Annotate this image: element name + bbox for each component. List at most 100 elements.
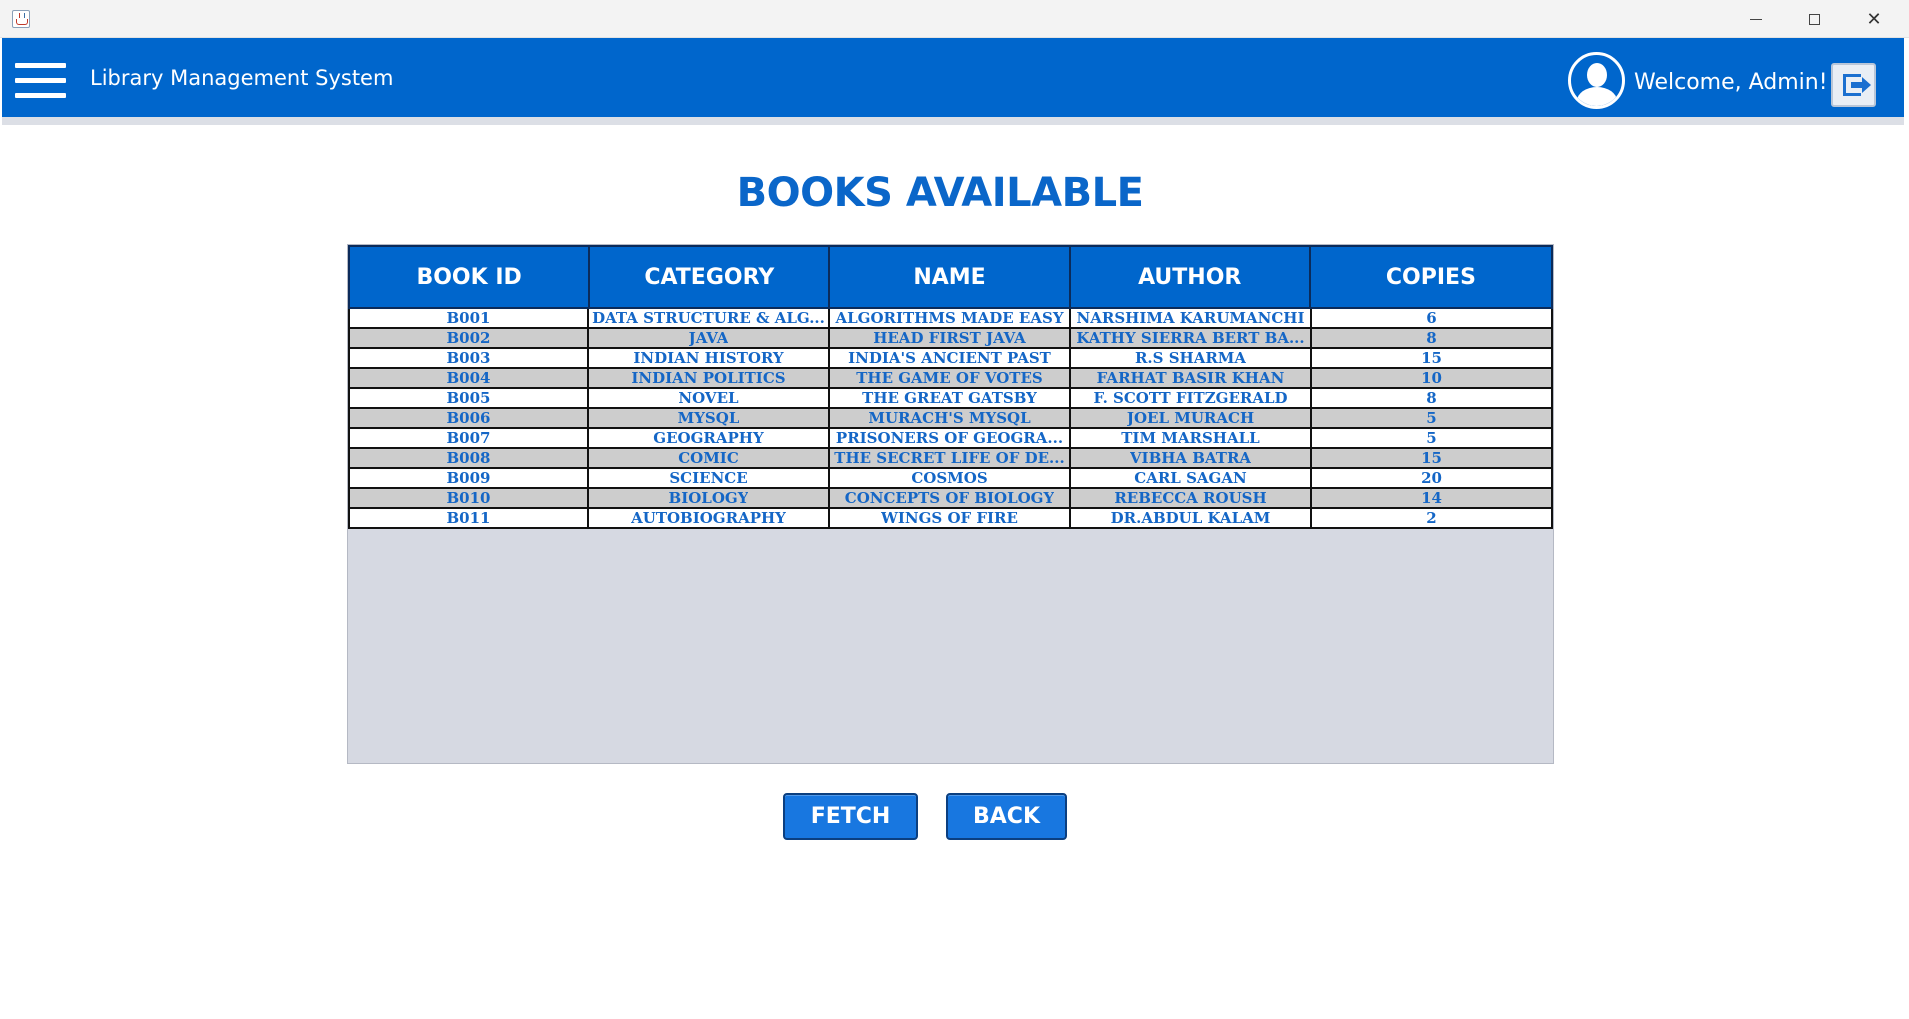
fetch-button[interactable]: FETCH	[783, 793, 918, 840]
welcome-text: Welcome, Admin!	[1634, 70, 1828, 95]
close-button[interactable]: ✕	[1845, 0, 1903, 38]
cell-category[interactable]: AUTOBIOGRAPHY	[589, 509, 830, 527]
table-row[interactable]: B007 GEOGRAPHY PRISONERS OF GEOGRA... TIM M…	[348, 429, 1553, 449]
cell-author[interactable]: NARSHIMA KARUMANCHI	[1071, 309, 1312, 327]
column-header-copies[interactable]: COPIES	[1311, 247, 1551, 307]
cell-author[interactable]: F. SCOTT FITZGERALD	[1071, 389, 1312, 407]
cell-book-id[interactable]: B008	[348, 449, 589, 467]
table-row[interactable]: B011 AUTOBIOGRAPHY WINGS OF FIRE DR.ABDUL K…	[348, 509, 1553, 529]
hamburger-menu-icon[interactable]	[15, 63, 67, 99]
cell-text: 15	[1421, 449, 1442, 467]
cell-author[interactable]: R.S SHARMA	[1071, 349, 1312, 367]
cell-name[interactable]: CONCEPTS OF BIOLOGY	[830, 489, 1071, 507]
cell-author[interactable]: JOEL MURACH	[1071, 409, 1312, 427]
cell-book-id[interactable]: B007	[348, 429, 589, 447]
cell-text: B002	[446, 329, 491, 347]
cell-text: BIOLOGY	[668, 489, 749, 507]
cell-text: B003	[446, 349, 491, 367]
column-header-author[interactable]: AUTHOR	[1071, 247, 1311, 307]
cell-book-id[interactable]: B004	[348, 369, 589, 387]
cell-text: 14	[1421, 489, 1442, 507]
column-header-book-id[interactable]: BOOK ID	[350, 247, 591, 307]
table-row[interactable]: B001 DATA STRUCTURE & ALG... ALGORITHMS MA…	[348, 309, 1553, 329]
cell-category[interactable]: INDIAN POLITICS	[589, 369, 830, 387]
cell-name[interactable]: ALGORITHMS MADE EASY	[830, 309, 1071, 327]
table-row[interactable]: B003 INDIAN HISTORY INDIA'S ANCIENT PAST R.…	[348, 349, 1553, 369]
cell-author[interactable]: FARHAT BASIR KHAN	[1071, 369, 1312, 387]
cell-copies[interactable]: 5	[1312, 409, 1553, 427]
cell-text: WINGS OF FIRE	[881, 509, 1018, 527]
cell-copies[interactable]: 20	[1312, 469, 1553, 487]
cell-name[interactable]: THE GAME OF VOTES	[830, 369, 1071, 387]
cell-text: B006	[446, 409, 491, 427]
table-row[interactable]: B006 MYSQL MURACH'S MYSQL JOEL MURACH 5	[348, 409, 1553, 429]
cell-book-id[interactable]: B011	[348, 509, 589, 527]
cell-name[interactable]: WINGS OF FIRE	[830, 509, 1071, 527]
table-row[interactable]: B008 COMIC THE SECRET LIFE OF DE... VIBHA B…	[348, 449, 1553, 469]
cell-text: THE SECRET LIFE OF DE...	[834, 449, 1065, 467]
cell-category[interactable]: INDIAN HISTORY	[589, 349, 830, 367]
cell-copies[interactable]: 2	[1312, 509, 1553, 527]
table-row[interactable]: B009 SCIENCE COSMOS CARL SAGAN 20	[348, 469, 1553, 489]
cell-name[interactable]: COSMOS	[830, 469, 1071, 487]
minimize-icon	[1750, 18, 1762, 20]
cell-book-id[interactable]: B005	[348, 389, 589, 407]
cell-author[interactable]: VIBHA BATRA	[1071, 449, 1312, 467]
cell-category[interactable]: BIOLOGY	[589, 489, 830, 507]
cell-copies[interactable]: 15	[1312, 349, 1553, 367]
cell-name[interactable]: INDIA'S ANCIENT PAST	[830, 349, 1071, 367]
table-row[interactable]: B005 NOVEL THE GREAT GATSBY F. SCOTT FITZGE…	[348, 389, 1553, 409]
column-header-name[interactable]: NAME	[830, 247, 1071, 307]
cell-text: NARSHIMA KARUMANCHI	[1076, 309, 1305, 327]
back-button[interactable]: BACK	[946, 793, 1067, 840]
cell-author[interactable]: REBECCA ROUSH	[1071, 489, 1312, 507]
cell-category[interactable]: GEOGRAPHY	[589, 429, 830, 447]
cell-text: 5	[1426, 429, 1437, 447]
cell-category[interactable]: SCIENCE	[589, 469, 830, 487]
cell-book-id[interactable]: B010	[348, 489, 589, 507]
cell-category[interactable]: JAVA	[589, 329, 830, 347]
cell-name[interactable]: THE SECRET LIFE OF DE...	[830, 449, 1071, 467]
cell-copies[interactable]: 5	[1312, 429, 1553, 447]
cell-copies[interactable]: 10	[1312, 369, 1553, 387]
cell-text: INDIAN POLITICS	[631, 369, 786, 387]
cell-book-id[interactable]: B003	[348, 349, 589, 367]
cell-text: 20	[1421, 469, 1442, 487]
cell-text: DATA STRUCTURE & ALG...	[592, 309, 825, 327]
cell-copies[interactable]: 14	[1312, 489, 1553, 507]
cell-category[interactable]: NOVEL	[589, 389, 830, 407]
cell-text: INDIAN HISTORY	[633, 349, 784, 367]
table-row[interactable]: B004 INDIAN POLITICS THE GAME OF VOTES FARH…	[348, 369, 1553, 389]
cell-text: B010	[446, 489, 491, 507]
cell-copies[interactable]: 8	[1312, 389, 1553, 407]
cell-name[interactable]: PRISONERS OF GEOGRA...	[830, 429, 1071, 447]
maximize-icon	[1808, 13, 1820, 25]
cell-copies[interactable]: 6	[1312, 309, 1553, 327]
cell-author[interactable]: TIM MARSHALL	[1071, 429, 1312, 447]
cell-author[interactable]: CARL SAGAN	[1071, 469, 1312, 487]
table-row[interactable]: B002 JAVA HEAD FIRST JAVA KATHY SIERRA BERT…	[348, 329, 1553, 349]
cell-category[interactable]: DATA STRUCTURE & ALG...	[589, 309, 830, 327]
cell-name[interactable]: THE GREAT GATSBY	[830, 389, 1071, 407]
table-row[interactable]: B010 BIOLOGY CONCEPTS OF BIOLOGY REBECCA RO…	[348, 489, 1553, 509]
cell-copies[interactable]: 8	[1312, 329, 1553, 347]
cell-book-id[interactable]: B009	[348, 469, 589, 487]
maximize-button[interactable]	[1785, 0, 1843, 38]
cell-text: 10	[1421, 369, 1442, 387]
cell-author[interactable]: KATHY SIERRA BERT BA...	[1071, 329, 1312, 347]
cell-text: JOEL MURACH	[1126, 409, 1255, 427]
cell-text: B007	[446, 429, 491, 447]
cell-author[interactable]: DR.ABDUL KALAM	[1071, 509, 1312, 527]
minimize-button[interactable]	[1727, 0, 1785, 38]
cell-category[interactable]: MYSQL	[589, 409, 830, 427]
cell-category[interactable]: COMIC	[589, 449, 830, 467]
cell-name[interactable]: HEAD FIRST JAVA	[830, 329, 1071, 347]
cell-text: B009	[446, 469, 491, 487]
cell-book-id[interactable]: B001	[348, 309, 589, 327]
cell-name[interactable]: MURACH'S MYSQL	[830, 409, 1071, 427]
logout-button[interactable]	[1831, 63, 1876, 107]
cell-book-id[interactable]: B002	[348, 329, 589, 347]
column-header-category[interactable]: CATEGORY	[590, 247, 831, 307]
cell-book-id[interactable]: B006	[348, 409, 589, 427]
cell-copies[interactable]: 15	[1312, 449, 1553, 467]
